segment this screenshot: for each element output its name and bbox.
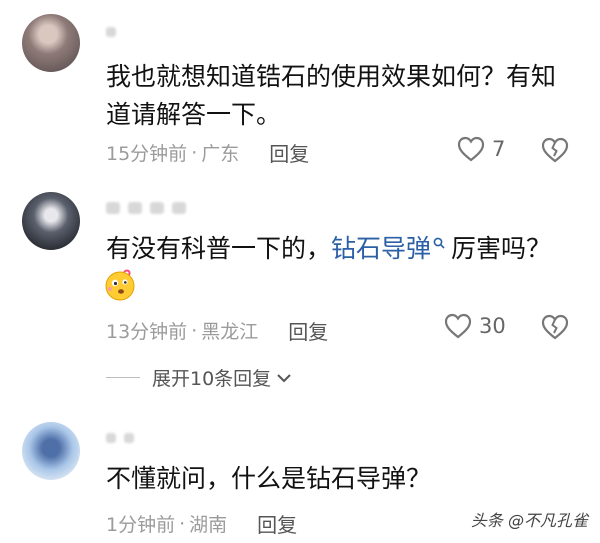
expand-replies-label: 展开10条回复 [152, 368, 272, 390]
username-blurred[interactable] [106, 22, 116, 42]
broken-heart-icon[interactable] [540, 136, 570, 164]
location: 黑龙江 [201, 321, 259, 343]
like-button[interactable]: 7 [456, 135, 505, 163]
username-blurred[interactable] [106, 428, 134, 448]
timestamp: 15分钟前 [106, 143, 188, 165]
divider [106, 377, 140, 378]
comment-meta: 15分钟前 · 广东 回复 [106, 138, 309, 167]
avatar[interactable] [22, 14, 80, 72]
comment-meta: 13分钟前 · 黑龙江 回复 [106, 316, 328, 345]
avatar[interactable] [22, 192, 80, 250]
reply-button[interactable]: 回复 [269, 138, 309, 167]
like-count: 7 [492, 137, 506, 161]
reply-button[interactable]: 回复 [288, 316, 328, 345]
expand-replies-button[interactable]: 展开10条回复 [106, 364, 293, 391]
emoji-icon [105, 269, 135, 301]
username-blurred[interactable] [106, 198, 186, 218]
comment-meta: 1分钟前 · 湖南 回复 [106, 509, 297, 538]
search-icon [433, 237, 445, 249]
heart-icon [444, 313, 472, 339]
location: 广东 [201, 143, 240, 165]
reply-button[interactable]: 回复 [257, 509, 297, 538]
watermark: 头条 @不凡孔雀 [470, 511, 588, 530]
avatar[interactable] [22, 422, 80, 480]
comment-text: 我也就想知道锆石的使用效果如何？有知 道请解答一下。 [106, 62, 557, 129]
heart-icon [457, 136, 485, 162]
timestamp: 13分钟前 [106, 321, 188, 343]
location: 湖南 [189, 514, 228, 536]
broken-heart-icon[interactable] [540, 313, 570, 341]
like-button[interactable]: 30 [443, 312, 506, 340]
like-count: 30 [479, 314, 506, 338]
comment-text: 有没有科普一下的，钻石导弹 厉害吗？ [106, 234, 552, 263]
timestamp: 1分钟前 [106, 514, 176, 536]
comment-text: 不懂就问，什么是钻石导弹？ [106, 464, 432, 493]
chevron-down-icon [277, 373, 291, 382]
keyword-link[interactable]: 钻石导弹 [331, 234, 451, 263]
